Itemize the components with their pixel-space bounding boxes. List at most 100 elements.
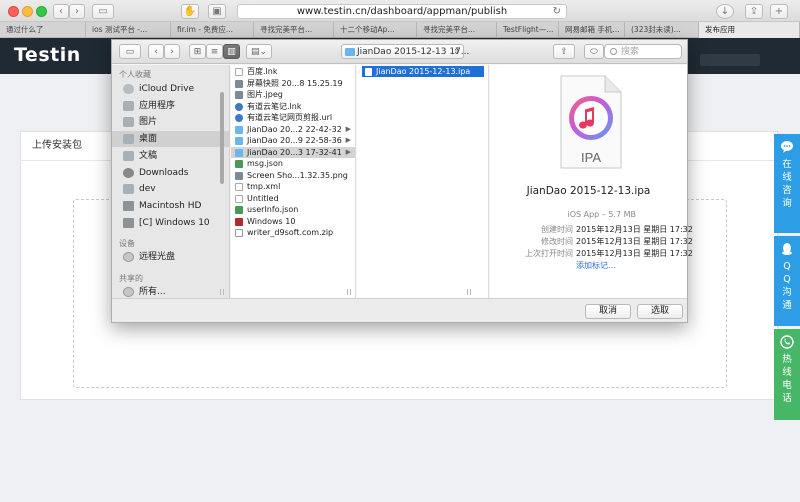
sidebar-section-header: 共享的 xyxy=(119,274,143,283)
sidebar-item[interactable]: 桌面 xyxy=(112,131,229,148)
modified-value: 2015年12月13日 星期日 17:32 xyxy=(576,237,693,246)
reader-button[interactable]: ▣ xyxy=(208,4,226,19)
choose-button[interactable]: 选取 xyxy=(637,304,683,319)
file-column-2: JianDao 2015-12-13.ipa xyxy=(357,65,489,298)
dialog-forward-button[interactable]: › xyxy=(164,44,180,59)
file-row[interactable]: 有道云笔记网页剪报.url xyxy=(231,112,355,124)
sidebar-toggle-button[interactable]: ▭ xyxy=(92,4,114,19)
folder-icon xyxy=(345,48,355,56)
cancel-button[interactable]: 取消 xyxy=(585,304,631,319)
file-row[interactable]: msg.json xyxy=(231,158,355,170)
file-row[interactable]: Windows 10 xyxy=(231,216,355,228)
file-row[interactable]: userInfo.json xyxy=(231,204,355,216)
file-name: 图片.jpeg xyxy=(247,90,283,99)
arrange-icon: ▤⌄ xyxy=(250,46,268,57)
tag-icon: ⬭ xyxy=(590,46,598,57)
arrange-button[interactable]: ▤⌄ xyxy=(246,44,272,59)
folder-row[interactable]: JianDao 20...3 17-32-41 ▶ xyxy=(231,146,355,158)
browser-tab[interactable]: ios 测试平台 -... xyxy=(86,22,171,38)
disclosure-arrow-icon: ▶ xyxy=(345,124,351,133)
sidebar-item[interactable]: [C] Windows 10 xyxy=(112,215,229,231)
file-name: Screen Sho...1.32.35.png xyxy=(247,170,348,180)
new-tab-button[interactable]: + xyxy=(770,4,788,19)
sidebar-item[interactable]: 图片 xyxy=(112,114,229,130)
address-bar-url: www.testin.cn/dashboard/appman/publish xyxy=(296,6,508,17)
sidebar-item[interactable]: iCloud Drive xyxy=(112,81,229,97)
zoom-window-button[interactable] xyxy=(36,6,47,17)
sidebar-item[interactable]: Macintosh HD xyxy=(112,198,229,214)
back-button[interactable]: ‹ xyxy=(53,4,69,19)
list-view-button[interactable]: ≡ xyxy=(206,44,223,59)
file-name: Untitled xyxy=(247,193,279,203)
sidebar-item-label: 应用程序 xyxy=(139,100,176,111)
browser-tab[interactable]: fir.im - 免费应... xyxy=(171,22,254,38)
sidebar-scrollbar[interactable] xyxy=(220,92,224,184)
updown-chevron-icon: ⇕ xyxy=(453,47,460,56)
sidebar-item[interactable]: 应用程序 xyxy=(112,98,229,114)
file-row[interactable]: 图片.jpeg xyxy=(231,89,355,101)
dialog-search-input[interactable]: 搜索 xyxy=(604,44,682,59)
file-row[interactable]: Screen Sho...1.32.35.png xyxy=(231,170,355,182)
browser-tab[interactable]: 寻找完美平台... xyxy=(254,22,334,38)
header-user-area[interactable] xyxy=(700,54,760,66)
folder-row[interactable]: JianDao 20...9 22-58-36 ▶ xyxy=(231,135,355,147)
browser-tab[interactable]: 寻找完美平台... xyxy=(417,22,497,38)
folder-row[interactable]: JianDao 20...2 22-42-32 ▶ xyxy=(231,124,355,136)
chevron-right-icon: › xyxy=(170,46,174,57)
browser-tab[interactable]: (323封未读)... xyxy=(625,22,699,38)
dialog-back-button[interactable]: ‹ xyxy=(148,44,164,59)
sidebar-item[interactable]: dev xyxy=(112,181,229,197)
sidebar-section-header: 个人收藏 xyxy=(119,70,151,79)
path-selector[interactable]: JianDao 2015-12-13 17... ⇕ xyxy=(341,44,469,59)
square-icon: ▣ xyxy=(212,6,222,17)
icon-view-button[interactable]: ⊞ xyxy=(189,44,206,59)
file-row[interactable]: writer_d9soft.com.zip xyxy=(231,227,355,239)
browser-tab[interactable]: 网易邮箱 手机... xyxy=(559,22,625,38)
browser-tab[interactable]: 发布应用 xyxy=(699,22,800,38)
share-button[interactable]: ⇪ xyxy=(745,4,763,19)
address-bar[interactable]: www.testin.cn/dashboard/appman/publish ↻ xyxy=(237,4,567,19)
file-name: JianDao 20...9 22-58-36 xyxy=(247,136,342,145)
forward-button[interactable]: › xyxy=(69,4,85,19)
file-icon xyxy=(235,194,243,203)
column-resize-handle[interactable] xyxy=(220,289,224,295)
sidebar-item-label: dev xyxy=(139,184,156,195)
file-row[interactable]: 有道云笔记.lnk xyxy=(231,101,355,113)
minimize-window-button[interactable] xyxy=(22,6,33,17)
sidebar-item[interactable]: 远程光盘 xyxy=(112,249,229,265)
column-resize-handle[interactable] xyxy=(347,289,351,295)
hotline-button[interactable]: 热线电话 xyxy=(774,329,800,420)
extension-button[interactable]: ✋ xyxy=(181,4,199,19)
close-window-button[interactable] xyxy=(8,6,19,17)
sidebar-item[interactable]: 所有... xyxy=(112,284,229,298)
site-logo[interactable]: Testin xyxy=(14,44,81,66)
sidebar-item[interactable]: Downloads xyxy=(112,165,229,181)
tags-button[interactable]: ⬭ xyxy=(584,44,604,59)
file-row[interactable]: Untitled xyxy=(231,193,355,205)
columns-icon: ▥ xyxy=(227,46,236,57)
file-row[interactable]: 百度.lnk xyxy=(231,66,355,78)
downloads-button[interactable]: ↓ xyxy=(716,4,734,19)
folder-icon xyxy=(235,137,243,145)
browser-tab[interactable]: 十二个移动Ap... xyxy=(334,22,417,38)
column-view-button[interactable]: ▥ xyxy=(223,44,240,59)
sidebar-item[interactable]: 文稿 xyxy=(112,148,229,164)
qq-chat-button[interactable]: QQ沟通 xyxy=(774,236,800,326)
phone-icon xyxy=(780,335,794,349)
file-icon xyxy=(235,206,243,214)
selected-file-row[interactable]: JianDao 2015-12-13.ipa xyxy=(362,66,484,77)
add-tags-link[interactable]: 添加标记… xyxy=(576,260,616,271)
plus-icon: + xyxy=(774,6,784,17)
column-resize-handle[interactable] xyxy=(467,289,471,295)
dialog-share-button[interactable]: ⇪ xyxy=(553,44,575,59)
file-row[interactable]: tmp.xml xyxy=(231,181,355,193)
preview-file-kind: iOS App – 5.7 MB xyxy=(567,210,636,219)
dialog-sidebar-toggle[interactable]: ▭ xyxy=(119,44,141,59)
file-row[interactable]: 屏幕快照 20...8 15.25.19 xyxy=(231,78,355,90)
browser-tab[interactable]: TestFlight—... xyxy=(497,22,559,38)
file-icon xyxy=(235,217,243,226)
chevron-left-icon: ‹ xyxy=(154,46,158,57)
browser-tab[interactable]: 通过什么了 xyxy=(0,22,86,38)
reload-icon[interactable]: ↻ xyxy=(553,5,561,19)
online-consult-button[interactable]: 在线咨询 xyxy=(774,134,800,233)
